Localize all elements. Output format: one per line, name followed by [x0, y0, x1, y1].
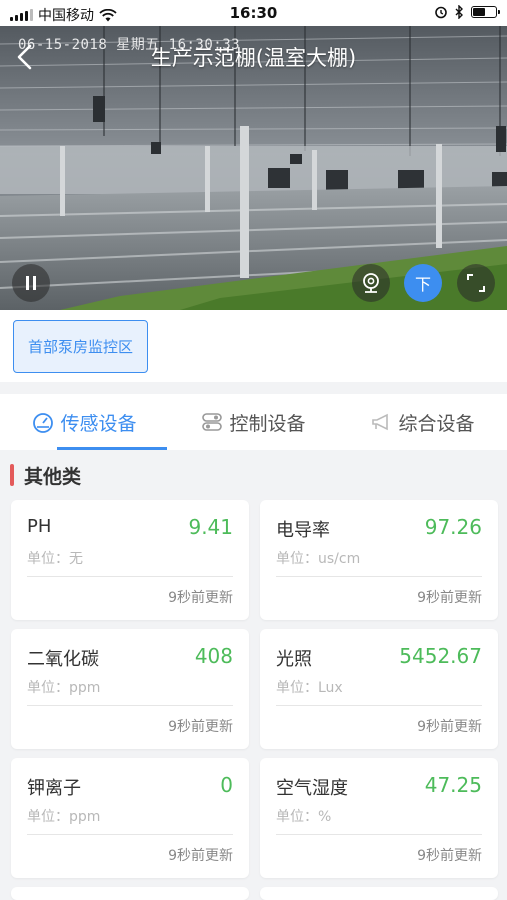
sensor-card[interactable]: PH 9.41 单位：无 9秒前更新	[11, 500, 249, 620]
sensor-updated: 9秒前更新	[168, 719, 233, 735]
tab-sensor-devices[interactable]: 传感设备	[0, 394, 169, 450]
sensor-name: 二氧化碳	[27, 649, 99, 670]
category-accent-bar	[10, 464, 14, 486]
sensor-updated: 9秒前更新	[417, 719, 482, 735]
webcam-icon	[363, 273, 379, 293]
sensor-unit: 单位：ppm	[27, 809, 101, 825]
sensor-value: 9.41	[188, 515, 233, 539]
divider	[27, 834, 233, 835]
bluetooth-icon	[455, 5, 463, 19]
tab-integrated-devices[interactable]: 综合设备	[338, 394, 507, 450]
ptz-down-button[interactable]: 下	[404, 264, 442, 302]
battery-icon	[471, 6, 500, 18]
divider	[276, 576, 482, 577]
tab-control-devices[interactable]: 控制设备	[169, 394, 338, 450]
pause-button[interactable]	[12, 264, 50, 302]
tab-label: 综合设备	[398, 412, 475, 435]
sensor-name: PH	[27, 516, 52, 537]
fullscreen-button[interactable]	[457, 264, 495, 302]
sensor-value: 0	[220, 773, 233, 797]
area-chip-pump-room[interactable]: 首部泵房监控区	[13, 320, 148, 373]
sensor-name: 钾离子	[27, 778, 81, 799]
sensor-value: 97.26	[424, 515, 482, 539]
sensor-updated: 9秒前更新	[417, 848, 482, 864]
sensor-name: 光照	[276, 649, 312, 670]
sensor-value: 408	[194, 644, 233, 668]
sensor-unit: 单位：无	[27, 551, 83, 567]
camera-switch-button[interactable]	[352, 264, 390, 302]
status-bar: 中国移动 16:30	[0, 0, 507, 26]
sensor-card[interactable]: 电导率 97.26 单位：us/cm 9秒前更新	[260, 500, 498, 620]
sensor-unit: 单位：Lux	[276, 680, 343, 696]
sensor-value: 47.25	[424, 773, 482, 797]
category-header: 其他类	[0, 450, 507, 500]
sensor-card[interactable]: 光照 5452.67 单位：Lux 9秒前更新	[260, 629, 498, 749]
sensor-updated: 9秒前更新	[168, 590, 233, 606]
megaphone-icon	[372, 413, 389, 431]
sensor-name: 空气湿度	[276, 778, 348, 799]
sensor-unit: 单位：%	[276, 809, 332, 825]
sensor-card[interactable]: 空气湿度 47.25 单位：% 9秒前更新	[260, 758, 498, 878]
sensor-card-partial[interactable]	[11, 887, 249, 900]
sensor-card[interactable]: 二氧化碳 408 单位：ppm 9秒前更新	[11, 629, 249, 749]
status-time: 16:30	[229, 4, 278, 22]
sensor-updated: 9秒前更新	[417, 590, 482, 606]
divider	[27, 705, 233, 706]
sensor-card[interactable]: 钾离子 0 单位：ppm 9秒前更新	[11, 758, 249, 878]
divider	[276, 705, 482, 706]
sensor-value: 5452.67	[399, 644, 482, 668]
ptz-down-label: 下	[414, 275, 431, 294]
fullscreen-icon	[467, 274, 485, 292]
page-title: 生产示范棚(温室大棚)	[150, 46, 357, 70]
tab-label: 控制设备	[229, 412, 306, 435]
alarm-icon	[435, 6, 447, 19]
switch-icon	[202, 413, 223, 431]
sensor-unit: 单位：ppm	[27, 680, 101, 696]
device-tabs: 传感设备 控制设备 综合设备	[0, 394, 507, 450]
area-selector: 首部泵房监控区	[0, 310, 507, 382]
divider	[276, 834, 482, 835]
category-title: 其他类	[24, 465, 82, 488]
camera-video-feed[interactable]: 06-15-2018 星期五 16:30:33 生产示范棚(温室大棚) 下	[0, 26, 507, 310]
pause-icon	[26, 276, 36, 290]
sensor-unit: 单位：us/cm	[276, 551, 361, 567]
tab-label: 传感设备	[60, 412, 137, 435]
sensor-card-partial[interactable]	[260, 887, 498, 900]
divider	[27, 576, 233, 577]
sensor-name: 电导率	[276, 520, 330, 541]
gauge-icon	[33, 413, 54, 433]
sensor-updated: 9秒前更新	[168, 848, 233, 864]
